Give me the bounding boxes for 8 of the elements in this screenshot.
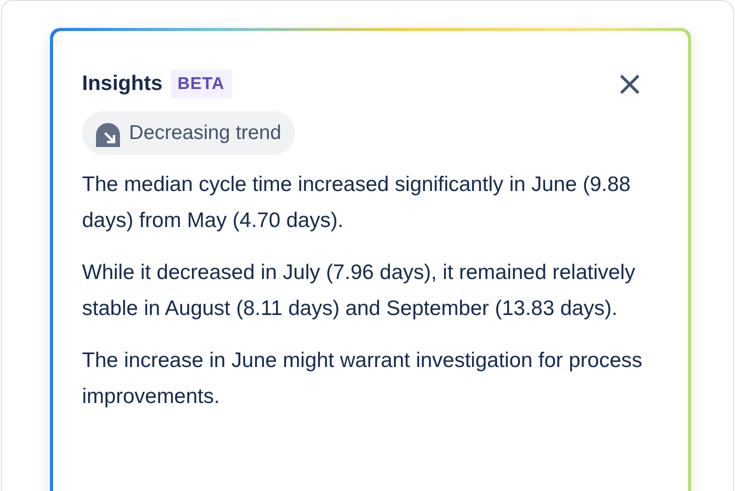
insight-paragraph: The increase in June might warrant investigation for process improvements. (82, 348, 644, 410)
beta-badge: BETA (170, 70, 232, 98)
close-button[interactable]: × (612, 69, 648, 99)
insight-paragraph: The median cycle time increased significantly in June (9.88 days) from May (4.70 days). (82, 172, 632, 234)
trend-label: Decreasing trend (129, 122, 282, 144)
panel-title: Insights (82, 72, 163, 96)
trend-down-icon (95, 122, 121, 148)
insight-paragraph: While it decreased in July (7.96 days), it remained relatively stable in August (8.11 days) and September (13.83 days). (82, 260, 636, 322)
